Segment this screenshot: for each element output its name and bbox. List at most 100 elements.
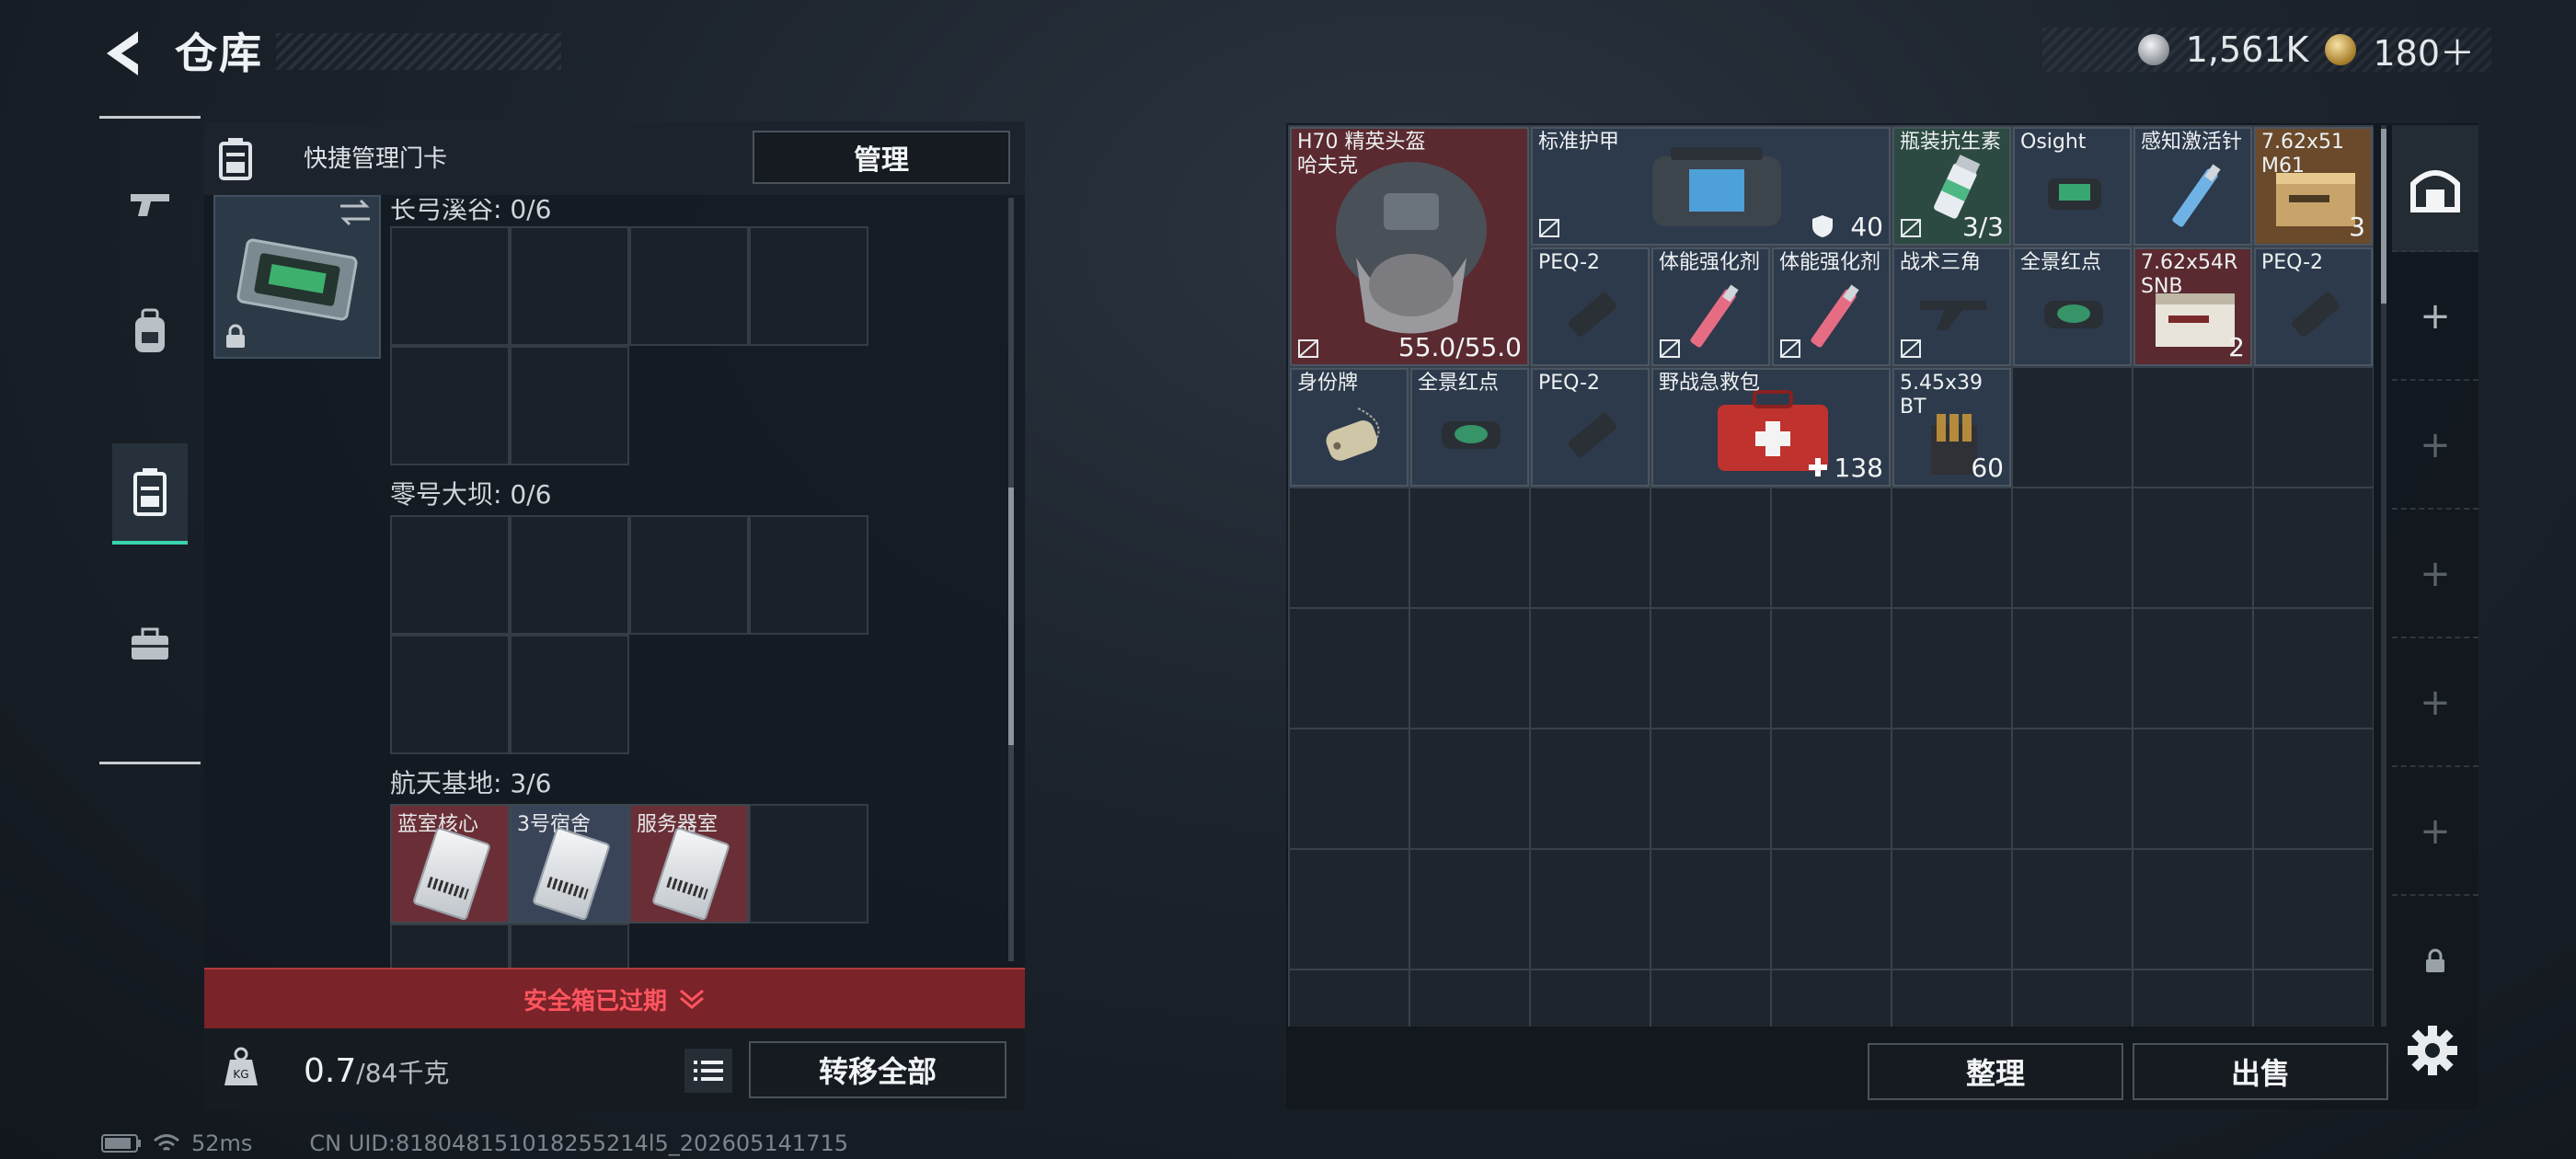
empty-keycard-slot[interactable] (390, 635, 510, 754)
stash-item-peq2[interactable]: PEQ-2 (1531, 368, 1650, 487)
dog-tag-icon (1326, 407, 1380, 461)
nav-tab-backpack[interactable] (112, 281, 188, 383)
keycard-slot[interactable]: 服务器室 (629, 804, 749, 924)
no-insure-icon (1901, 339, 1921, 358)
weight-icon: KG (224, 1047, 258, 1085)
sell-button[interactable]: 出售 (2133, 1043, 2388, 1100)
weight-max: /84千克 (356, 1058, 450, 1088)
red-dot-sight-icon (2044, 301, 2103, 328)
nav-divider (99, 116, 201, 119)
keycard-slot[interactable]: 3号宿舍 (510, 804, 629, 924)
empty-keycard-slot[interactable] (510, 346, 629, 465)
swap-icon[interactable] (337, 197, 374, 228)
stash-item-red-dot[interactable]: 全景红点 (2013, 247, 2132, 366)
expired-text: 安全箱已过期 (523, 987, 667, 1016)
stash-item-ammo[interactable]: 5.45x39 BT 60 (1892, 368, 2011, 487)
empty-keycard-slot[interactable] (390, 515, 510, 635)
item-name: 全景红点 (1418, 372, 1500, 395)
settings-button[interactable] (2405, 1023, 2460, 1078)
toolbox-icon (132, 627, 168, 660)
nav-tab-weapons[interactable] (112, 153, 188, 254)
stash-item-ammo-box[interactable]: 7.62x54R SNB 2 (2133, 247, 2252, 366)
item-name: 体能强化剂 (1779, 251, 1881, 274)
stash-item-armor[interactable]: 标准护甲 40 (1531, 127, 1891, 246)
back-button[interactable] (99, 26, 155, 81)
sort-button[interactable]: 整理 (1868, 1043, 2123, 1100)
nav-divider (99, 762, 201, 764)
empty-keycard-slot[interactable] (629, 226, 749, 346)
empty-keycard-slot[interactable] (510, 924, 629, 968)
empty-keycard-slot[interactable] (510, 635, 629, 754)
stash-item-red-dot[interactable]: 全景红点 (1410, 368, 1529, 487)
nav-tab-toolbox[interactable] (112, 594, 188, 695)
gear-icon (2408, 1026, 2457, 1075)
empty-keycard-slot[interactable] (629, 515, 749, 635)
empty-keycard-slot[interactable] (510, 226, 629, 346)
stash-tab-add[interactable]: + (2392, 254, 2478, 381)
manage-button[interactable]: 管理 (753, 131, 1010, 184)
page-title: 仓库 (175, 29, 263, 78)
stash-page-tabs: + + + + + (2392, 125, 2478, 1017)
keycard-icon (411, 826, 492, 922)
stash-item-peq2[interactable]: PEQ-2 (1531, 247, 1650, 366)
empty-keycard-slot[interactable] (510, 515, 629, 635)
stash-item-peq2[interactable]: PEQ-2 (2254, 247, 2373, 366)
wifi-icon (154, 1134, 179, 1152)
keycard-slot-grid (390, 515, 868, 754)
stash-tab-add[interactable]: + (2392, 383, 2478, 510)
list-view-button[interactable] (684, 1049, 732, 1093)
weight-readout: 0.7/84千克 (304, 1052, 449, 1090)
list-icon (694, 1061, 723, 1081)
keycard-slot-grid (390, 226, 868, 465)
item-name: PEQ-2 (2261, 251, 2324, 274)
scrollbar-thumb[interactable] (2381, 129, 2386, 304)
plus-icon: + (2420, 682, 2451, 724)
stash-tab-locked[interactable] (2392, 898, 2478, 1025)
stash-item-stim[interactable]: 体能强化剂 (1772, 247, 1891, 366)
keycard-slot[interactable]: 蓝室核心 (390, 804, 510, 924)
scrollbar-thumb[interactable] (1008, 488, 1014, 745)
stash-item-antibiotic[interactable]: 瓶装抗生素 3/3 (1892, 127, 2011, 246)
plus-icon: + (2420, 553, 2451, 595)
item-name: 7.62x51 M61 (2261, 131, 2344, 178)
empty-keycard-slot[interactable] (390, 346, 510, 465)
svg-text:KG: KG (233, 1068, 248, 1081)
keycard-case-icon (219, 138, 252, 180)
helmet-icon (1336, 162, 1487, 334)
lock-icon (226, 324, 245, 348)
item-heal-points: 138 (1834, 453, 1883, 483)
uid-text: CN UID:818048151018255214l5_202605141715 (309, 1130, 848, 1156)
stash-item-helmet[interactable]: H70 精英头盔 哈夫克 55.0/55.0 (1290, 127, 1529, 366)
stash-item-first-aid-kit[interactable]: 野战急救包 138 (1651, 368, 1891, 487)
empty-keycard-slot[interactable] (390, 226, 510, 346)
laser-device-icon (2291, 292, 2340, 338)
stash-grid: H70 精英头盔 哈夫克 55.0/55.0 标准护甲 40 瓶装抗生素 3/3… (1288, 125, 2374, 1027)
item-name: 体能强化剂 (1659, 251, 1761, 274)
battery-icon (101, 1134, 141, 1153)
empty-keycard-slot[interactable] (749, 804, 868, 924)
nav-tab-keycard-case[interactable] (112, 443, 188, 545)
back-arrow-icon (107, 31, 138, 75)
item-count: 3 (2349, 212, 2365, 242)
transfer-all-button[interactable]: 转移全部 (749, 1041, 1006, 1098)
stash-item-ammo-box[interactable]: 7.62x51 M61 3 (2254, 127, 2373, 246)
stash-tab-add[interactable]: + (2392, 769, 2478, 896)
no-insure-icon (1298, 339, 1318, 358)
stash-tab-add[interactable]: + (2392, 640, 2478, 767)
stash-item-grip[interactable]: 战术三角 (1892, 247, 2011, 366)
stash-tab-add[interactable]: + (2392, 511, 2478, 638)
heal-plus-icon (1809, 458, 1827, 476)
stash-item-osight[interactable]: Osight (2013, 127, 2132, 246)
stash-item-dog-tag[interactable]: 身份牌 (1290, 368, 1409, 487)
empty-keycard-slot[interactable] (749, 515, 868, 635)
laser-device-icon (1568, 412, 1617, 458)
empty-keycard-slot[interactable] (390, 924, 510, 968)
item-name: PEQ-2 (1538, 372, 1601, 395)
empty-keycard-slot[interactable] (749, 226, 868, 346)
safe-box-expired-banner[interactable]: 安全箱已过期 (204, 968, 1025, 1028)
stash-item-stim[interactable]: 体能强化剂 (1651, 247, 1770, 366)
stash-item-injector[interactable]: 感知激活针 (2133, 127, 2252, 246)
stash-tab-main[interactable] (2392, 125, 2478, 252)
keycard-panel-title: 快捷管理门卡 (304, 145, 448, 173)
no-insure-icon (1780, 339, 1800, 358)
